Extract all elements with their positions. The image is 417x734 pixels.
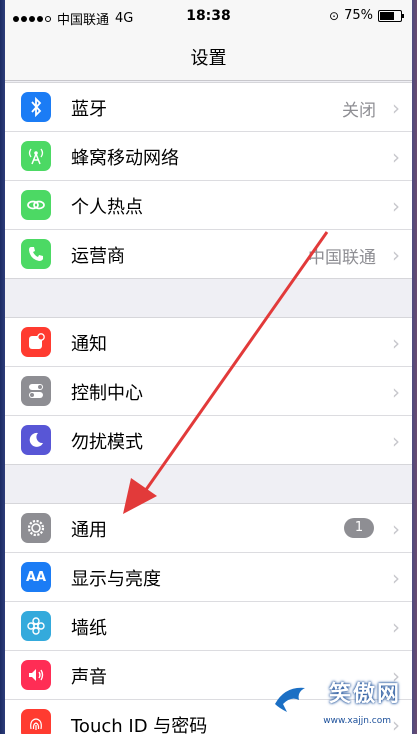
- annotation-arrow: [123, 231, 329, 514]
- watermark-logo: 笑傲网 www.xajjn.com: [271, 672, 411, 732]
- watermark-url: www.xajjn.com: [323, 716, 391, 726]
- watermark-text: 笑傲网: [328, 682, 401, 707]
- settings-screen: 中国联通 4G 18:38 ⊙ 75% 设置 蓝牙 关闭 › 蜂窝移动网络 ›: [5, 0, 412, 734]
- dolphin-icon: [275, 687, 305, 712]
